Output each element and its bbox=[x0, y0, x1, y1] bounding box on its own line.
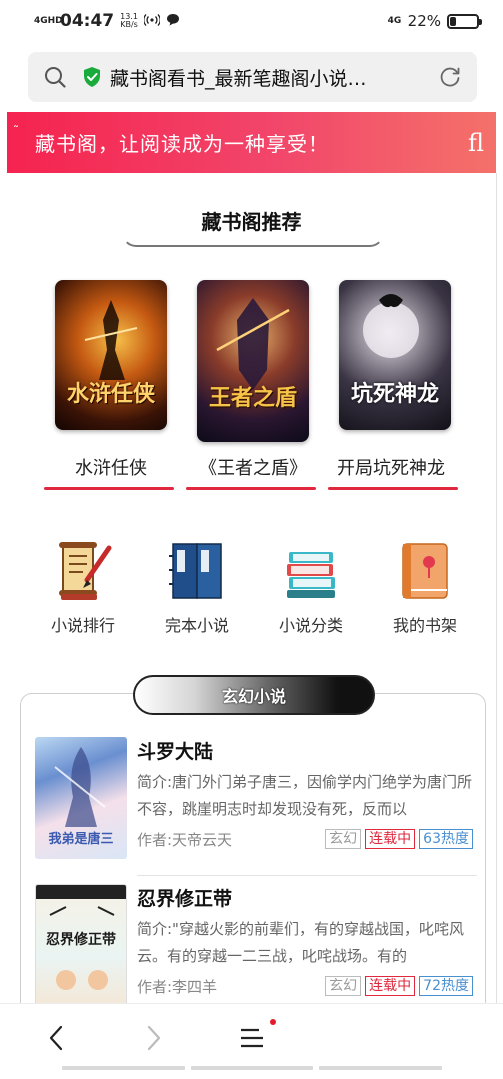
status-right: 4G 22% bbox=[387, 12, 482, 30]
featured-book[interactable]: 水浒任侠 水浒任侠 bbox=[44, 280, 176, 490]
book-cover[interactable]: 王者之盾 bbox=[197, 280, 309, 442]
home-indicator bbox=[62, 1066, 443, 1070]
heat-tag: 63热度 bbox=[419, 829, 473, 849]
book-description: 简介:"穿越火影的前辈们，有的穿越战国，叱咤风云。有的穿越一二三战，叱咤战场。有… bbox=[137, 920, 464, 965]
status-bar: 4GHD 04:47 13.1 KB/s 4G 22% bbox=[0, 0, 503, 42]
page-title[interactable]: 藏书阁看书_最新笔趣阁小说… bbox=[110, 64, 410, 91]
chat-bubble-icon bbox=[166, 13, 180, 29]
nav-completed[interactable]: 完本小说 bbox=[142, 540, 252, 636]
book-item[interactable]: 忍界修正带 忍界修正带 简介:"穿越火影的前辈们，有的穿越战国，叱咤风云。有的穿… bbox=[35, 884, 475, 1016]
nav-bookshelf-label[interactable]: 我的书架 bbox=[370, 612, 480, 636]
genre-tag: 玄幻 bbox=[325, 829, 362, 849]
indicator-segment bbox=[62, 1066, 185, 1070]
nav-completed-label[interactable]: 完本小说 bbox=[142, 612, 252, 636]
book-cover[interactable]: 我弟是唐三 bbox=[35, 737, 127, 859]
address-bar[interactable]: 藏书阁看书_最新笔趣阁小说… bbox=[28, 52, 477, 102]
heat-tag: 72热度 bbox=[419, 976, 473, 996]
nav-bookshelf[interactable]: 我的书架 bbox=[370, 540, 480, 636]
battery-level bbox=[450, 16, 456, 26]
bookshelf-icon[interactable] bbox=[395, 540, 455, 602]
site-banner: ˜ 藏书阁，让阅读成为一种享受！ fl bbox=[7, 112, 496, 173]
featured-book[interactable]: 王者之盾 《王者之盾》 bbox=[186, 280, 318, 490]
featured-book[interactable]: 坑死神龙 开局坑死神龙 bbox=[328, 280, 460, 490]
book-cover[interactable]: 忍界修正带 bbox=[35, 884, 127, 1006]
banner-glyph: fl bbox=[467, 128, 484, 157]
genre-tag: 玄幻 bbox=[325, 976, 362, 996]
cover-title: 忍界修正带 bbox=[46, 932, 116, 948]
recommend-title: 藏书阁推荐 bbox=[201, 210, 302, 234]
book-title[interactable]: 忍界修正带 bbox=[137, 884, 232, 911]
battery-icon bbox=[447, 13, 482, 29]
completed-books-icon[interactable] bbox=[167, 540, 227, 602]
nav-ranking-label[interactable]: 小说排行 bbox=[28, 612, 138, 636]
status-tag: 连载中 bbox=[365, 829, 416, 849]
book-cover[interactable]: 水浒任侠 bbox=[55, 280, 167, 430]
book-item[interactable]: 我弟是唐三 斗罗大陆 简介:唐门外门弟子唐三，因偷学内门绝学为唐门所不容，跳崖明… bbox=[35, 737, 477, 876]
forward-icon[interactable] bbox=[124, 1018, 184, 1058]
featured-books: 水浒任侠 水浒任侠 王者之盾 《王者之盾》 坑死神龙 开局坑死神龙 bbox=[0, 280, 503, 495]
secure-shield-icon bbox=[82, 66, 102, 88]
network-speed: 13.1 KB/s bbox=[120, 13, 138, 29]
nav-ranking[interactable]: 小说排行 bbox=[28, 540, 138, 636]
recommend-underline bbox=[122, 233, 384, 247]
clock: 04:47 bbox=[60, 11, 115, 31]
nav-categories[interactable]: 小说分类 bbox=[256, 540, 366, 636]
category-tab-label[interactable]: 玄幻小说 bbox=[222, 683, 286, 707]
indicator-segment bbox=[190, 1066, 314, 1070]
network-type: 4G bbox=[387, 15, 402, 26]
banner-slogan: 藏书阁，让阅读成为一种享受！ bbox=[35, 132, 329, 156]
book-description: 简介:唐门外门弟子唐三，因偷学内门绝学为唐门所不容，跳崖明志时却发现没有死，反而… bbox=[137, 773, 473, 818]
featured-underline bbox=[186, 487, 316, 490]
network-speed-unit: KB/s bbox=[120, 20, 138, 29]
book-divider bbox=[137, 875, 477, 876]
cover-title: 坑死神龙 bbox=[350, 382, 439, 407]
category-card: 玄幻小说 我弟是唐三 斗罗大陆 简介:唐门外门弟子唐三，因偷学内门绝学为唐门所不… bbox=[20, 675, 486, 1023]
hotspot-icon bbox=[143, 13, 161, 29]
category-tab[interactable]: 玄幻小说 bbox=[133, 675, 375, 715]
ranking-scroll-icon[interactable] bbox=[53, 540, 113, 602]
book-author: 作者:李四羊 bbox=[137, 978, 218, 996]
banner-tick: ˜ bbox=[13, 124, 19, 138]
book-cover[interactable]: 坑死神龙 bbox=[339, 280, 451, 430]
signal-indicator: 4GHD bbox=[34, 15, 63, 26]
cover-title: 水浒任侠 bbox=[66, 382, 155, 407]
cover-title: 王者之盾 bbox=[208, 386, 297, 411]
status-tag: 连载中 bbox=[365, 976, 416, 996]
featured-underline bbox=[328, 487, 458, 490]
featured-book-name[interactable]: 水浒任侠 bbox=[46, 454, 176, 480]
quick-nav: 小说排行 完本小说 小说分类 我的书架 bbox=[0, 540, 503, 640]
book-tags: 玄幻 连载中 72热度 bbox=[321, 976, 473, 996]
featured-book-name[interactable]: 《王者之盾》 bbox=[188, 454, 318, 480]
battery-percent: 22% bbox=[407, 12, 441, 30]
indicator-segment bbox=[319, 1066, 443, 1070]
featured-book-name[interactable]: 开局坑死神龙 bbox=[326, 454, 456, 480]
book-author: 作者:天帝云天 bbox=[137, 831, 233, 849]
book-title[interactable]: 斗罗大陆 bbox=[137, 737, 213, 764]
back-icon[interactable] bbox=[26, 1018, 86, 1058]
reload-icon[interactable] bbox=[423, 65, 477, 89]
featured-underline bbox=[44, 487, 174, 490]
cover-title: 我弟是唐三 bbox=[48, 832, 114, 847]
nav-categories-label[interactable]: 小说分类 bbox=[256, 612, 366, 636]
book-stack-icon[interactable] bbox=[281, 540, 341, 602]
book-tags: 玄幻 连载中 63热度 bbox=[321, 829, 473, 849]
notification-dot bbox=[270, 1019, 276, 1025]
search-icon[interactable] bbox=[28, 66, 82, 88]
